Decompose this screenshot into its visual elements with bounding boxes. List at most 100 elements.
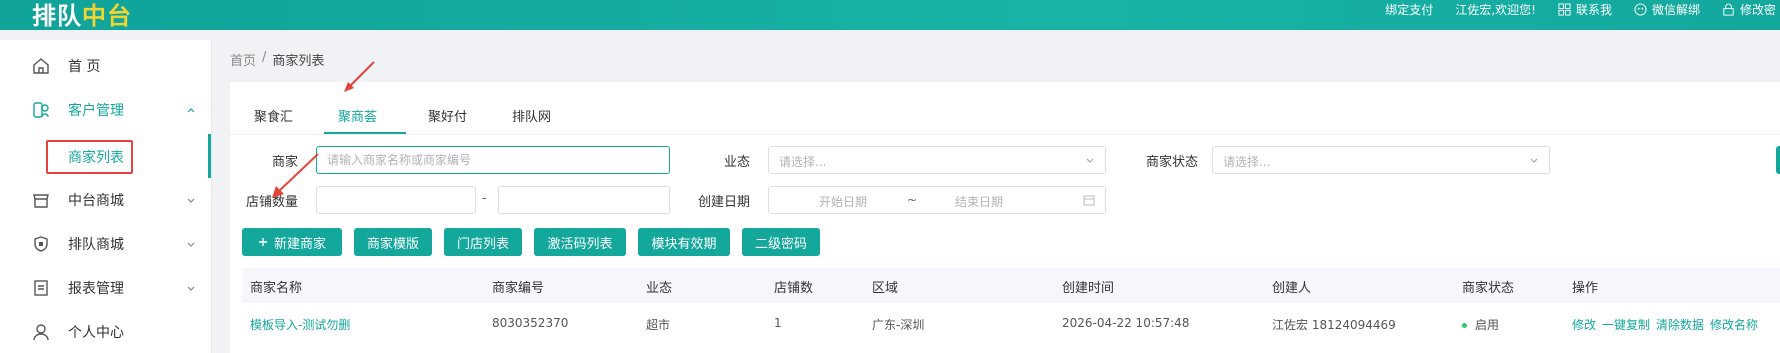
row-actions: 修改 一键复制 清除数据 修改名称 [1572, 316, 1764, 333]
sidebar-subitem-merchant-list[interactable]: 商家列表 [0, 134, 211, 178]
rename-link[interactable]: 修改名称 [1710, 318, 1758, 332]
business-placeholder: 请选择... [779, 155, 827, 169]
contact-label: 联系我 [1575, 2, 1612, 17]
chevron-down-icon [187, 198, 195, 203]
sidebar-item-label: 首 页 [68, 59, 101, 75]
created-date-label: 创建日期 [697, 195, 750, 210]
contact-link[interactable]: 联系我 [1558, 1, 1612, 18]
clear-data-link[interactable]: 清除数据 [1656, 318, 1704, 332]
new-merchant-label: 新建商家 [273, 236, 326, 252]
sidebar-item-customer[interactable]: 客户管理 [0, 88, 211, 132]
store-count-min-input[interactable] [316, 186, 476, 214]
business-select[interactable]: 请选择... [768, 146, 1106, 174]
sidebar-item-profile[interactable]: 个人中心 [0, 310, 211, 353]
th-actions: 操作 [1572, 281, 1599, 296]
sidebar-item-label: 排队商城 [68, 237, 124, 253]
top-bar: 排队中台 绑定支付 江佐宏,欢迎您! 联系我 微信解绑 修改密 [0, 0, 1780, 30]
wechat-icon [1634, 2, 1647, 16]
chevron-down-icon [187, 286, 195, 291]
new-merchant-button[interactable]: 新建商家 [242, 228, 342, 256]
sidebar-item-label: 个人中心 [68, 325, 124, 341]
sidebar-item-queue-mall[interactable]: 排队商城 [0, 222, 211, 266]
shield-icon [34, 236, 48, 252]
tab-bar: 聚食汇 聚商荟 聚好付 排队网 [230, 82, 1780, 135]
welcome-text: 江佐宏,欢迎您! [1455, 2, 1536, 17]
status-dot [1462, 323, 1467, 328]
status-text: 启用 [1475, 318, 1500, 332]
sidebar-item-mall[interactable]: 中台商城 [0, 178, 211, 222]
range-dash: - [482, 191, 487, 206]
app-logo[interactable]: 排队中台 [32, 0, 132, 31]
merchant-template-button[interactable]: 商家模版 [354, 228, 432, 256]
sidebar-item-label: 中台商城 [68, 193, 124, 209]
merchant-label: 商家 [271, 155, 298, 170]
breadcrumb-home[interactable]: 首页 [230, 50, 256, 69]
status-placeholder: 请选择... [1223, 155, 1271, 169]
tab-juhaofu[interactable]: 聚好付 [428, 106, 467, 125]
store-icon [33, 194, 49, 208]
change-password-label: 修改密 [1739, 2, 1776, 17]
merchant-name-link[interactable]: 模板导入-测试勿删 [250, 316, 350, 333]
th-merchant-code: 商家编号 [492, 281, 545, 296]
copy-link[interactable]: 一键复制 [1602, 318, 1650, 332]
wechat-unbind-label: 微信解绑 [1651, 2, 1700, 17]
creator: 江佐宏 18124094469 [1272, 318, 1396, 332]
th-business: 业态 [646, 281, 673, 296]
th-region: 区域 [872, 281, 899, 296]
status-label: 商家状态 [1145, 155, 1198, 170]
table-row: 模板导入-测试勿删 8030352370 超市 1 广东-深圳 2026-04-… [242, 302, 1780, 346]
user-icon [33, 324, 49, 341]
created-time: 2026-04-22 10:57:48 [1062, 316, 1190, 330]
tab-jushihui[interactable]: 聚食汇 [254, 106, 293, 125]
chevron-down-icon [1086, 158, 1094, 163]
customer-icon [33, 102, 49, 118]
store-count: 1 [774, 316, 782, 330]
store-list-button[interactable]: 门店列表 [444, 228, 522, 256]
secondary-password-button[interactable]: 二级密码 [742, 228, 820, 256]
chevron-down-icon [187, 242, 195, 247]
breadcrumb-current: 商家列表 [272, 54, 325, 69]
merchant-search-input[interactable] [316, 146, 670, 174]
sidebar-item-label: 报表管理 [68, 281, 124, 297]
business-label: 业态 [723, 155, 750, 170]
tab-paiduiwang[interactable]: 排队网 [512, 106, 551, 125]
created-date-range[interactable]: 开始日期 ~ 结束日期 [768, 186, 1106, 214]
plus-icon [258, 238, 267, 246]
start-date-placeholder: 开始日期 [819, 195, 868, 209]
sidebar: 首 页 客户管理 商家列表 中台商城 排队商城 报表管理 个人中心 [0, 40, 212, 353]
sidebar-item-home[interactable]: 首 页 [0, 44, 211, 88]
report-icon [34, 280, 48, 296]
top-links: 绑定支付 江佐宏,欢迎您! 联系我 微信解绑 修改密 [1385, 0, 1780, 18]
chevron-down-icon [1530, 158, 1538, 163]
date-separator: ~ [907, 193, 918, 207]
store-count-max-input[interactable] [498, 186, 670, 214]
region: 广东-深圳 [872, 318, 925, 332]
change-password-link[interactable]: 修改密 [1722, 1, 1776, 18]
active-indicator [208, 134, 211, 178]
tabs-divider [230, 134, 1780, 135]
highlight-box [46, 140, 133, 174]
th-status: 商家状态 [1462, 281, 1515, 296]
business-type: 超市 [646, 318, 671, 332]
module-validity-button[interactable]: 模块有效期 [638, 228, 730, 256]
sidebar-item-label: 客户管理 [68, 103, 124, 119]
table-header: 商家名称 商家编号 业态 店铺数 区域 创建时间 创建人 商家状态 操作 [242, 268, 1780, 302]
status-select[interactable]: 请选择... [1212, 146, 1550, 174]
wechat-unbind-link[interactable]: 微信解绑 [1634, 1, 1700, 18]
tab-jushanghui[interactable]: 聚商荟 [338, 106, 377, 125]
edit-link[interactable]: 修改 [1572, 318, 1596, 332]
th-merchant-name: 商家名称 [250, 281, 303, 296]
th-creator: 创建人 [1272, 281, 1312, 296]
chevron-up-icon [187, 108, 195, 113]
activation-code-list-button[interactable]: 激活码列表 [534, 228, 626, 256]
breadcrumb-separator: / [262, 50, 267, 65]
th-store-count: 店铺数 [774, 281, 814, 296]
home-icon [33, 58, 49, 74]
status-badge: 启用 [1462, 316, 1499, 333]
bind-pay-link[interactable]: 绑定支付 [1385, 1, 1433, 18]
breadcrumb: 首页 / 商家列表 [230, 50, 324, 69]
search-button-edge[interactable] [1776, 146, 1780, 174]
grid-icon [1558, 2, 1571, 16]
end-date-placeholder: 结束日期 [955, 195, 1004, 209]
sidebar-item-reports[interactable]: 报表管理 [0, 266, 211, 310]
